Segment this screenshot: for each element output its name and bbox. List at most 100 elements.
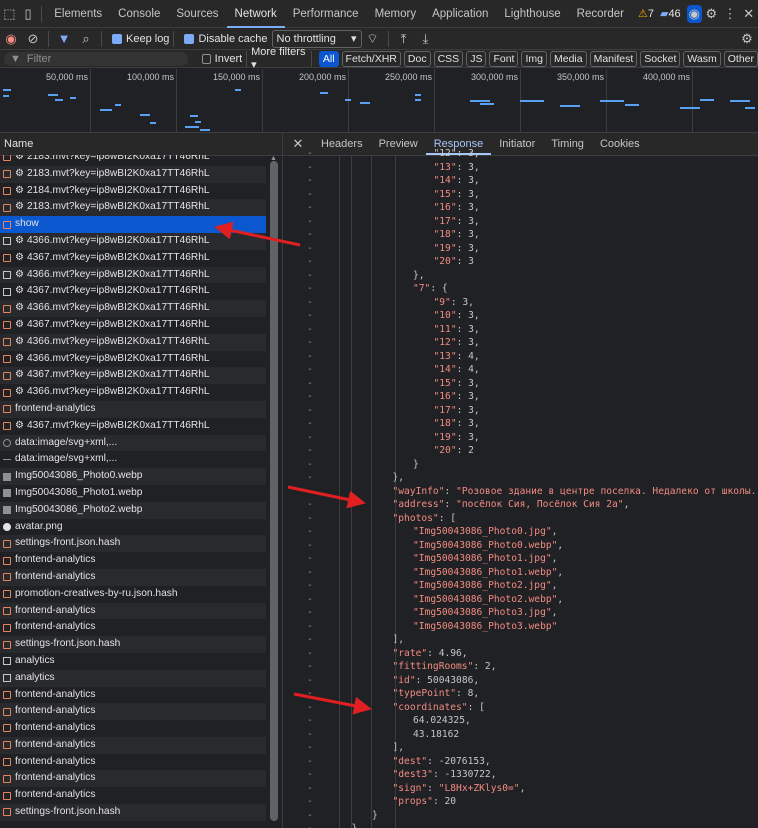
filter-type-css[interactable]: CSS [433, 50, 464, 67]
request-row[interactable]: ⚙ 4366.mvt?key=ip8wBI2K0xa17TT46RhL [0, 300, 266, 317]
overview-request-bar [235, 89, 241, 91]
filter-type-media[interactable]: Media [549, 50, 587, 67]
filter-type-img[interactable]: Img [521, 50, 547, 67]
request-row[interactable]: ⚙ 2183.mvt?key=ip8wBI2K0xa17TT46RhL [0, 199, 266, 217]
request-row[interactable]: Img50043086_Photo2.webp [0, 501, 266, 519]
request-row[interactable]: settings-front.json.hash [0, 804, 266, 821]
resource-type-filters: All Fetch/XHR Doc CSS JS Font Img Media Manifest… [316, 50, 758, 67]
export-har-icon[interactable]: ⤓ [415, 28, 437, 50]
token: }, [413, 269, 425, 281]
filter-type-manifest[interactable]: Manifest [589, 50, 638, 67]
response-line: - "Img50043086_Photo1.jpg", [283, 552, 758, 566]
request-row[interactable]: analytics [0, 653, 266, 670]
request-row[interactable]: ⚙ 2183.mvt?key=ip8wBI2K0xa17TT46RhL [0, 165, 266, 183]
request-name: ⚙ 4366.mvt?key=ip8wBI2K0xa17TT46RhL [15, 335, 210, 347]
request-row[interactable]: ⚙ 4367.mvt?key=ip8wBI2K0xa17TT46RhL [0, 283, 266, 300]
request-row[interactable]: avatar.png [0, 519, 266, 536]
search-icon[interactable]: ⌕ [75, 28, 97, 50]
token: "typePoint" [392, 688, 457, 699]
request-row[interactable]: ⚙ 4366.mvt?key=ip8wBI2K0xa17TT46RhL [0, 351, 266, 368]
filter-type-fetch-xhr[interactable]: Fetch/XHR [341, 50, 401, 67]
tab-console[interactable]: Console [110, 0, 168, 28]
name-column-header[interactable]: Name [0, 133, 282, 156]
preserve-log-checkbox[interactable] [112, 33, 122, 44]
request-row[interactable]: ⚙ 2183.mvt?key=ip8wBI2K0xa17TT46RhL [0, 155, 266, 166]
disable-cache-checkbox[interactable] [184, 33, 195, 44]
tab-application[interactable]: Application [424, 0, 496, 28]
gear-icon[interactable]: ⚙ [702, 3, 721, 25]
request-row[interactable]: frontend-analytics [0, 736, 266, 754]
request-row[interactable]: ⚙ 4367.mvt?key=ip8wBI2K0xa17TT46RhL [0, 317, 266, 334]
more-filters-dropdown[interactable]: More filters ▾ [251, 46, 307, 71]
network-settings-icon[interactable]: ⚙ [736, 28, 758, 50]
filter-type-doc[interactable]: Doc [403, 50, 431, 67]
import-har-icon[interactable]: ⤒ [393, 28, 415, 50]
throttling-select[interactable]: No throttling ▾ [271, 29, 362, 48]
request-row[interactable]: frontend-analytics [0, 770, 266, 788]
request-row[interactable]: frontend-analytics [0, 703, 266, 721]
request-row[interactable]: ⚙ 4366.mvt?key=ip8wBI2K0xa17TT46RhL [0, 232, 266, 250]
device-toolbar-icon[interactable]: ▯ [19, 3, 38, 25]
overview-request-bar [700, 99, 714, 101]
request-row[interactable]: data:image/svg+xml,... [0, 451, 266, 468]
response-line-text: "16": 3, [434, 390, 480, 404]
tab-performance[interactable]: Performance [285, 0, 367, 28]
tab-lighthouse[interactable]: Lighthouse [496, 0, 568, 28]
record-icon[interactable]: ◉ [0, 28, 22, 50]
request-row[interactable]: frontend-analytics [0, 787, 266, 804]
request-row[interactable]: promotion-creatives-by-ru.json.hash [0, 586, 266, 603]
request-row[interactable]: Img50043086_Photo0.webp [0, 468, 266, 485]
request-row[interactable]: settings-front.json.hash [0, 636, 266, 653]
tab-recorder[interactable]: Recorder [569, 0, 632, 28]
network-conditions-icon[interactable]: ⌔ [362, 28, 384, 50]
request-row[interactable]: frontend-analytics [0, 619, 266, 636]
request-row[interactable]: ⚙ 2184.mvt?key=ip8wBI2K0xa17TT46RhL [0, 183, 266, 200]
ai-assistance-icon[interactable]: ◉ [686, 4, 702, 23]
filter-type-js[interactable]: JS [466, 50, 487, 67]
clear-icon[interactable]: ⊘ [22, 28, 44, 50]
filter-icon[interactable]: ▼ [53, 28, 75, 50]
request-row[interactable]: ⚙ 4366.mvt?key=ip8wBI2K0xa17TT46RhL [0, 384, 266, 401]
warnings-badge[interactable]: ⚠7 [638, 7, 654, 20]
request-row[interactable]: frontend-analytics [0, 754, 266, 771]
response-line-text: "typePoint": 8, [393, 687, 480, 701]
request-row[interactable]: ⚙ 4367.mvt?key=ip8wBI2K0xa17TT46RhL [0, 250, 266, 267]
tab-memory[interactable]: Memory [367, 0, 425, 28]
request-row[interactable]: analytics [0, 669, 266, 687]
request-row[interactable]: Img50043086_Photo1.webp [0, 485, 266, 502]
filter-type-font[interactable]: Font [489, 50, 519, 67]
messages-badge[interactable]: ▰46 [660, 7, 681, 20]
tab-elements[interactable]: Elements [46, 0, 110, 28]
request-row[interactable]: frontend-analytics [0, 687, 266, 704]
request-row[interactable]: settings-front.json.hash [0, 535, 266, 553]
invert-checkbox[interactable] [201, 53, 211, 64]
request-row[interactable]: frontend-analytics [0, 720, 266, 737]
filter-type-wasm[interactable]: Wasm [683, 50, 721, 67]
request-row[interactable]: data:image/svg+xml,... [0, 434, 266, 452]
request-row[interactable]: frontend-analytics [0, 602, 266, 620]
request-row[interactable]: frontend-analytics [0, 568, 266, 586]
filter-type-all[interactable]: All [318, 50, 339, 67]
request-row[interactable]: ⚙ 4366.mvt?key=ip8wBI2K0xa17TT46RhL [0, 266, 266, 284]
token: ], [392, 742, 405, 753]
filter-type-other[interactable]: Other [723, 50, 758, 67]
network-overview[interactable]: 50,000 ms 100,000 ms 150,000 ms 200,000 ms 2… [0, 69, 758, 133]
request-row[interactable]: frontend-analytics [0, 552, 266, 569]
request-row[interactable]: ⚙ 4367.mvt?key=ip8wBI2K0xa17TT46RhL [0, 367, 266, 385]
tab-sources[interactable]: Sources [168, 0, 226, 28]
requests-scrollbar[interactable]: ▲ [270, 155, 278, 828]
filter-type-socket[interactable]: Socket [640, 50, 681, 67]
response-line: - "17": 3, [283, 215, 758, 229]
tab-network[interactable]: Network [226, 0, 285, 28]
request-row[interactable]: ⚙ 4366.mvt?key=ip8wBI2K0xa17TT46RhL [0, 333, 266, 351]
token: : 4, [456, 364, 480, 375]
more-options-icon[interactable]: ⋮ [721, 3, 740, 25]
inspect-element-icon[interactable]: ⬚ [0, 3, 19, 25]
request-row[interactable]: show [0, 216, 266, 233]
overview-request-bar [415, 94, 421, 96]
request-row[interactable]: ⚙ 4367.mvt?key=ip8wBI2K0xa17TT46RhL [0, 418, 266, 435]
filter-input[interactable]: ▼ Filter [4, 51, 188, 66]
close-icon[interactable]: ✕ [739, 3, 758, 25]
request-row[interactable]: frontend-analytics [0, 400, 266, 418]
scroll-thumb[interactable] [270, 161, 278, 821]
